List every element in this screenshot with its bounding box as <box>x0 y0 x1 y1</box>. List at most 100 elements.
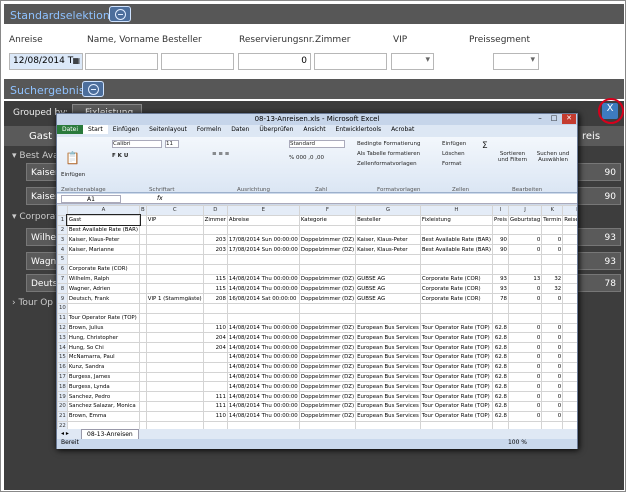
cell[interactable]: Kaiser, Klaus-Peter <box>355 244 421 255</box>
cell[interactable]: Doppelzimmer (DZ) <box>298 410 357 422</box>
cell[interactable]: 14/08/2014 Thu 00:00:00 <box>226 351 300 363</box>
cell[interactable] <box>145 283 204 295</box>
cell[interactable]: 0 <box>541 351 564 363</box>
ribbon-tab[interactable]: Acrobat <box>386 125 419 134</box>
column-header[interactable]: E <box>226 205 300 216</box>
cell[interactable]: VIP 1 (Stammgäste) <box>145 293 204 304</box>
name-input[interactable] <box>85 53 158 70</box>
cell[interactable]: Doppelzimmer (DZ) <box>298 244 357 255</box>
zoom-level[interactable]: 100 % <box>508 439 527 446</box>
cell[interactable]: 16/08/2014 Sat 00:00:00 <box>226 293 300 304</box>
cell[interactable]: 62.8 <box>492 410 509 422</box>
cell[interactable] <box>139 342 147 353</box>
cell[interactable] <box>298 224 357 236</box>
cell[interactable]: Doppelzimmer (DZ) <box>298 361 357 373</box>
format-cells-button[interactable]: Format <box>442 161 461 167</box>
minimize-icon[interactable]: – <box>533 114 547 124</box>
sheet-nav-icons[interactable]: ◂ ▸ <box>61 430 69 437</box>
cell[interactable] <box>145 244 204 255</box>
row-number[interactable]: 10 <box>57 302 68 314</box>
cell[interactable] <box>139 400 147 412</box>
cell[interactable] <box>139 302 147 314</box>
cell[interactable]: Termin <box>541 214 564 226</box>
cell[interactable]: Kategorie <box>298 214 357 226</box>
cell[interactable]: 32 <box>541 283 564 295</box>
cell[interactable]: Kunz, Sandra <box>66 361 141 373</box>
cell[interactable]: 14/08/2014 Thu 00:00:00 <box>226 322 300 334</box>
cell[interactable]: 111 <box>202 400 228 412</box>
cell[interactable]: 14/08/2014 Thu 00:00:00 <box>226 283 300 295</box>
anreise-date-field[interactable]: 12/08/2014 T ▦ <box>9 53 83 70</box>
delete-cells-button[interactable]: Löschen <box>442 151 465 157</box>
cell[interactable]: 17/08/2014 Sun 00:00:00 <box>226 244 300 255</box>
cell[interactable] <box>139 410 147 422</box>
cell-styles-button[interactable]: Zellenformatvorlagen <box>357 161 417 167</box>
ribbon-tab[interactable]: Start <box>83 125 108 134</box>
cell[interactable] <box>541 302 564 314</box>
cell[interactable] <box>562 253 577 265</box>
cell[interactable] <box>145 302 204 314</box>
cell[interactable] <box>507 420 543 429</box>
cell[interactable] <box>139 224 147 236</box>
group-header-tour-operator[interactable]: › Tour Op <box>12 298 53 308</box>
sort-filter-button[interactable]: Sortieren und Filtern <box>495 151 530 163</box>
cell[interactable]: Doppelzimmer (DZ) <box>298 342 357 353</box>
cell[interactable] <box>145 351 204 363</box>
cell[interactable] <box>562 273 577 285</box>
cell[interactable]: Tour Operator Rate (TOP) <box>66 312 141 324</box>
align-icons[interactable]: ≡ ≡ ≡ <box>212 151 229 157</box>
cell[interactable] <box>139 391 147 402</box>
cell[interactable] <box>145 253 204 265</box>
cell[interactable] <box>139 371 147 383</box>
group-header-corporate[interactable]: ▾ Corporat <box>12 212 59 222</box>
find-select-button[interactable]: Suchen und Auswählen <box>533 151 573 163</box>
cell[interactable]: Burgess, Lynda <box>66 381 141 393</box>
font-select[interactable]: Calibri <box>112 140 162 148</box>
row-number[interactable]: 7 <box>57 273 68 285</box>
cell[interactable]: Sanchez Salazar, Monica <box>66 400 141 412</box>
cell[interactable]: Doppelzimmer (DZ) <box>298 391 357 402</box>
row-number[interactable]: 14 <box>57 342 68 353</box>
column-header[interactable]: A <box>66 205 141 216</box>
cell[interactable] <box>419 253 494 265</box>
cell[interactable]: 14/08/2014 Thu 00:00:00 <box>226 332 300 344</box>
corner-cell[interactable] <box>57 205 68 216</box>
cell[interactable] <box>145 410 204 422</box>
cell[interactable]: Doppelzimmer (DZ) <box>298 283 357 295</box>
cell[interactable] <box>139 244 147 255</box>
cell[interactable] <box>562 361 577 373</box>
cell[interactable]: 204 <box>202 342 228 353</box>
cell[interactable]: 204 <box>202 332 228 344</box>
ribbon-tab[interactable]: Formeln <box>192 125 226 134</box>
cell[interactable]: 0 <box>541 381 564 393</box>
cell[interactable] <box>139 351 147 363</box>
cell[interactable]: Corporate Rate (COR) <box>419 273 494 285</box>
row-number[interactable]: 19 <box>57 391 68 402</box>
cell[interactable]: European Bus Services <box>355 381 421 393</box>
cell[interactable]: 203 <box>202 234 228 246</box>
cell[interactable]: Tour Operator Rate (TOP) <box>419 351 494 363</box>
cell[interactable]: 115 <box>202 273 228 285</box>
cell[interactable]: 32 <box>541 273 564 285</box>
cell[interactable] <box>419 224 494 236</box>
collapse-standardselektion-button[interactable] <box>109 6 131 22</box>
cell[interactable]: 14/08/2014 Thu 00:00:00 <box>226 273 300 285</box>
row-number[interactable]: 18 <box>57 381 68 393</box>
paste-icon[interactable]: 📋 <box>65 151 80 165</box>
cell[interactable]: 0 <box>507 400 543 412</box>
besteller-input[interactable] <box>161 53 234 70</box>
cell[interactable]: 0 <box>541 244 564 255</box>
cell[interactable] <box>562 263 577 275</box>
ribbon-tab[interactable]: Einfügen <box>108 125 144 134</box>
cell[interactable] <box>145 273 204 285</box>
cell[interactable]: GUBSE AG <box>355 283 421 295</box>
cell[interactable] <box>66 302 141 314</box>
cell[interactable] <box>562 244 577 255</box>
insert-cells-button[interactable]: Einfügen <box>442 141 466 147</box>
cell[interactable]: 0 <box>507 371 543 383</box>
cell[interactable] <box>139 293 147 304</box>
cell[interactable]: Fixleistung <box>419 214 494 226</box>
conditional-format-button[interactable]: Bedingte Formatierung <box>357 141 420 147</box>
cell[interactable]: 62.8 <box>492 351 509 363</box>
cell[interactable] <box>66 420 141 429</box>
